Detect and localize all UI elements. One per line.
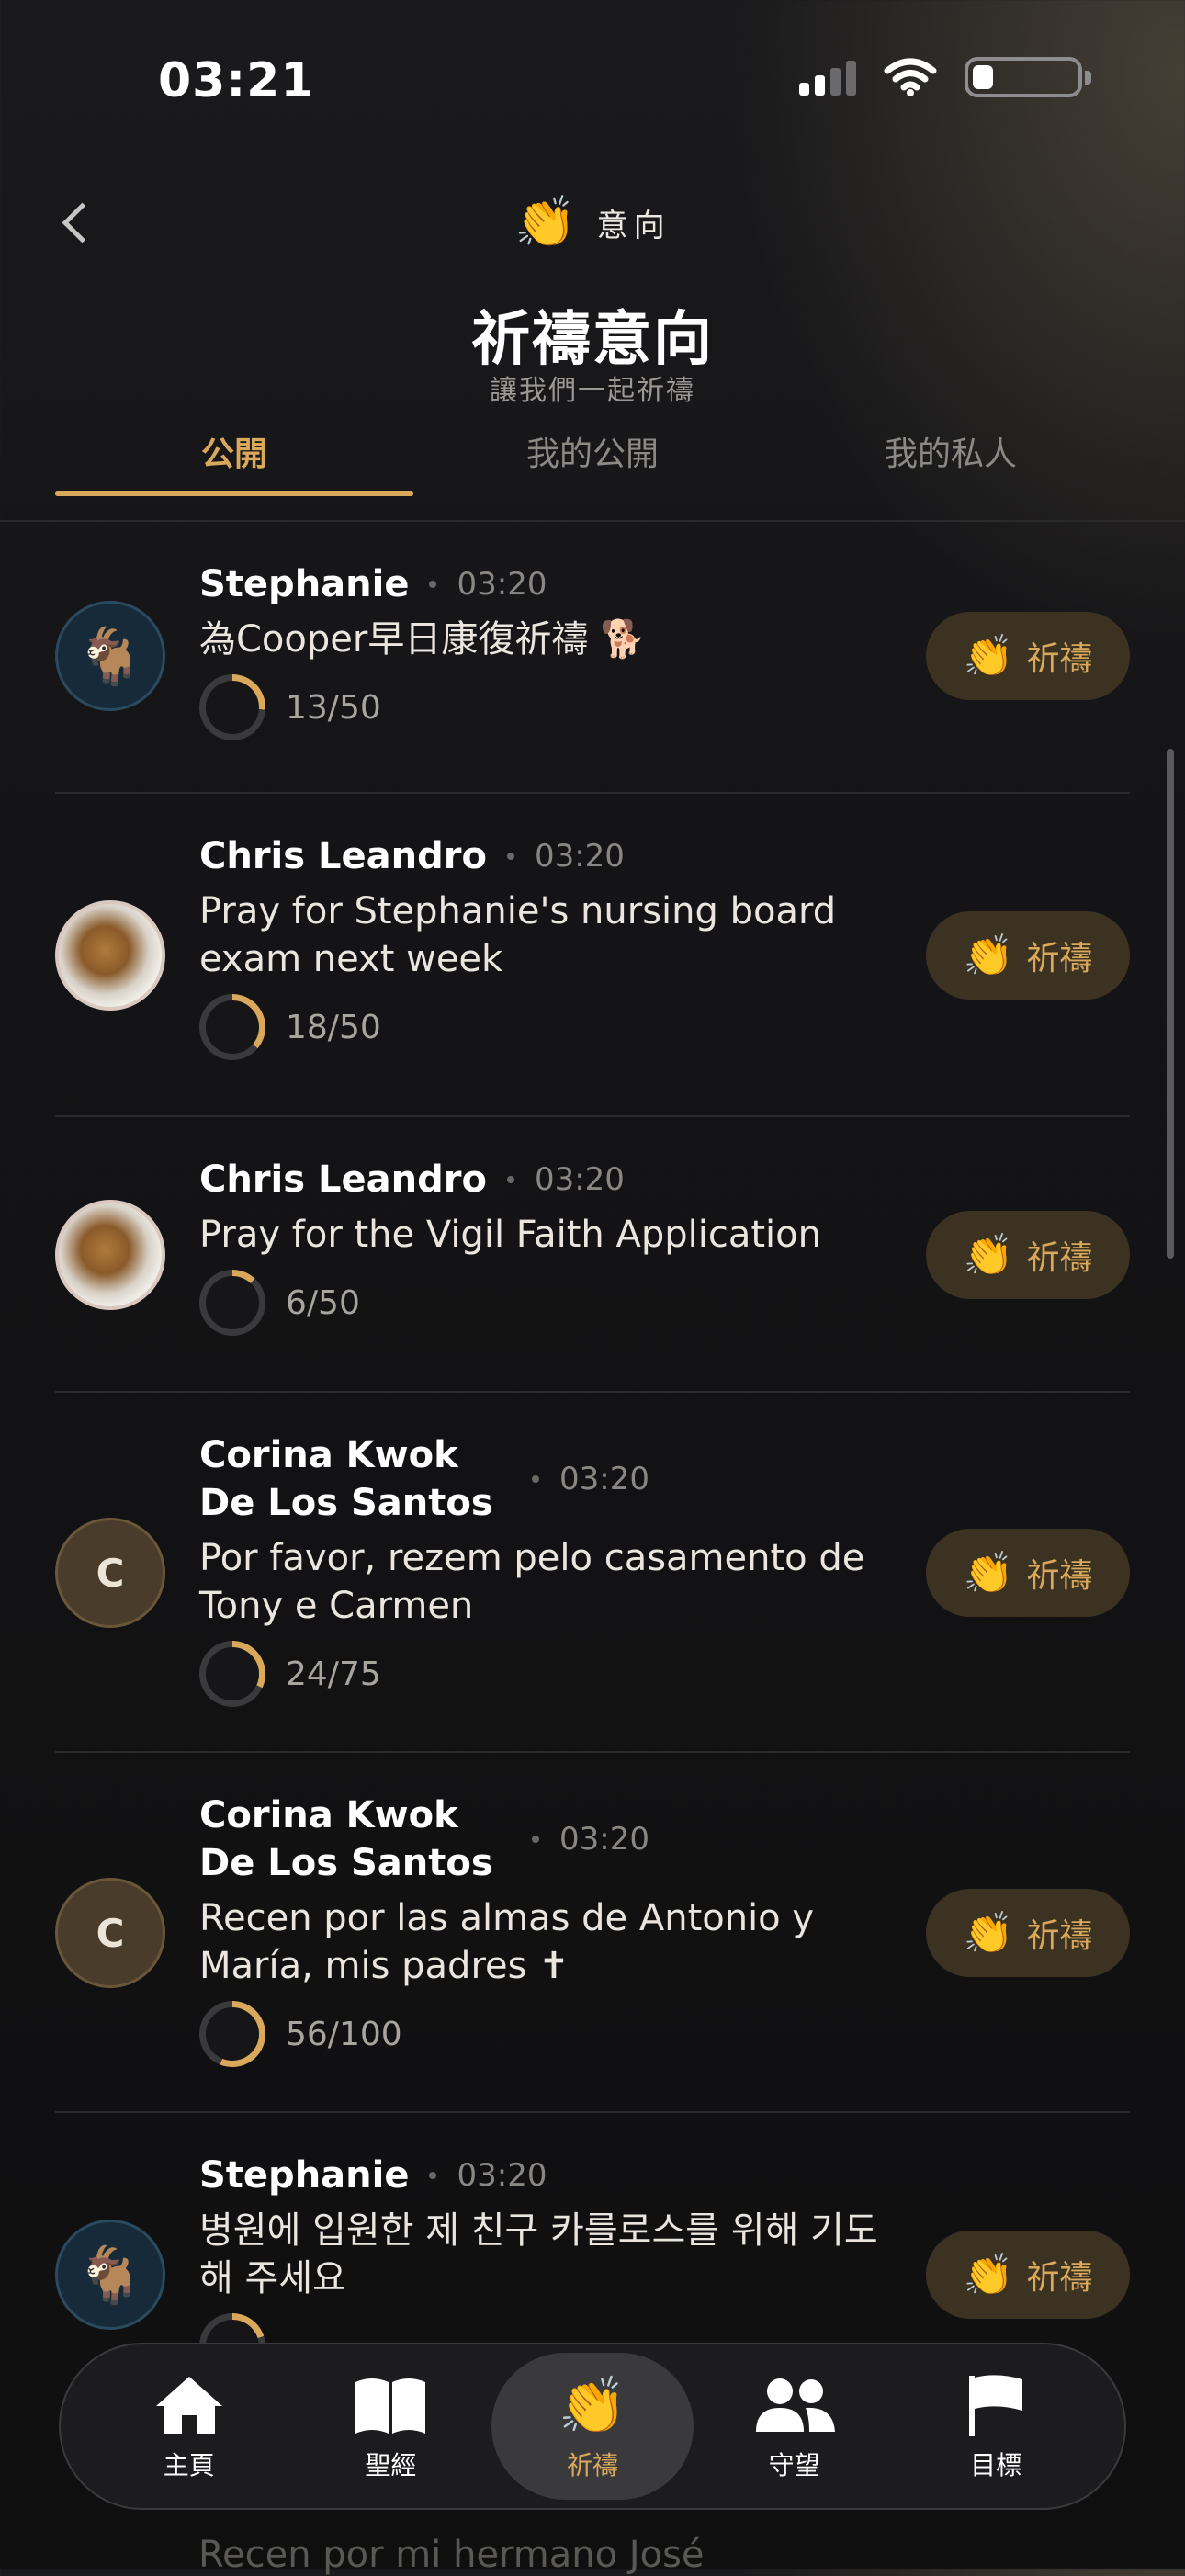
progress-ring	[199, 994, 265, 1060]
tab-my-public[interactable]: 我的公開	[413, 423, 772, 496]
nav-watch[interactable]: 守望	[694, 2353, 896, 2500]
avatar: 🐐	[55, 601, 165, 711]
clapping-hands-icon: 👏	[514, 193, 577, 251]
clapping-hands-icon: 👏	[963, 633, 1014, 680]
intention-item[interactable]: 🐐 Stephanie 03:20 為Cooper早日康復祈禱 🐕 13/50 …	[55, 522, 1130, 794]
progress-ring	[199, 1270, 265, 1336]
pray-button[interactable]: 👏 祈禱	[926, 1529, 1130, 1617]
intention-text: Pray for Stephanie's nursing board exam …	[199, 890, 837, 980]
nav-label: 目標	[970, 2450, 1022, 2480]
pray-button-label: 祈禱	[1026, 1557, 1093, 1595]
timestamp: 03:20	[457, 2157, 547, 2194]
intention-item[interactable]: Chris Leandro 03:20 Pray for Stephanie's…	[55, 794, 1130, 1117]
nav-label: 聖經	[365, 2450, 417, 2480]
flag-icon	[964, 2370, 1028, 2440]
battery-icon	[965, 57, 1091, 97]
intention-text: 為Cooper早日康復祈禱 🐕	[199, 618, 646, 661]
timestamp: 03:20	[457, 566, 547, 603]
tab-public[interactable]: 公開	[55, 423, 413, 496]
avatar	[55, 900, 165, 1011]
pray-button-label: 祈禱	[1026, 2259, 1093, 2297]
intention-text: 병원에 입원한 제 친구 카를로스를 위해 기도해 주세요	[199, 2209, 878, 2299]
prayer-count: 13/50	[286, 688, 381, 727]
pray-button-label: 祈禱	[1026, 940, 1093, 977]
clapping-hands-icon: 👏	[963, 932, 1014, 979]
intention-item[interactable]: C Corina Kwok De Los Santos 03:20 Recen …	[55, 1753, 1130, 2113]
author-name: Chris Leandro	[199, 1158, 487, 1201]
intention-text: Por favor, rezem pelo casamento de Tony …	[199, 1537, 865, 1627]
author-name: Chris Leandro	[199, 835, 487, 877]
prayer-count: 18/50	[286, 1008, 381, 1046]
clapping-hands-icon: 👏	[963, 1232, 1014, 1279]
intention-text: Recen por las almas de Antonio y María, …	[199, 1897, 815, 1987]
pray-button-label: 祈禱	[1026, 640, 1093, 678]
nav-goals[interactable]: 目標	[895, 2353, 1097, 2500]
timestamp: 03:20	[559, 1461, 649, 1497]
author-name: Corina Kwok De Los Santos	[199, 1794, 493, 1884]
clapping-hands-icon: 👏	[963, 2252, 1014, 2299]
pray-button[interactable]: 👏 祈禱	[926, 2231, 1130, 2319]
author-name: Stephanie	[199, 2154, 410, 2197]
goat-icon: 🐐	[75, 2243, 145, 2308]
timestamp: 03:20	[559, 1821, 649, 1858]
nav-home[interactable]: 主頁	[88, 2353, 290, 2500]
page-subtitle: 讓我們一起祈禱	[490, 375, 695, 407]
nav-bible[interactable]: 聖經	[290, 2353, 492, 2500]
clapping-hands-icon: 👏	[963, 1550, 1014, 1597]
clapping-hands-icon: 👏	[963, 1910, 1014, 1957]
book-icon	[352, 2370, 429, 2440]
timestamp: 03:20	[534, 838, 625, 875]
avatar: C	[55, 1878, 165, 1988]
top-bar-label: 意向	[596, 207, 671, 244]
pray-button[interactable]: 👏 祈禱	[926, 1211, 1130, 1299]
pray-button-label: 祈禱	[1026, 1917, 1093, 1955]
nav-pray[interactable]: 👏 祈禱	[491, 2353, 694, 2500]
tab-bar: 公開 我的公開 我的私人	[55, 423, 1130, 496]
top-bar-title: 👏 意向	[0, 193, 1185, 252]
avatar: C	[55, 1518, 165, 1628]
status-time: 03:21	[158, 53, 315, 108]
nav-label: 祈禱	[566, 2450, 618, 2480]
intention-item[interactable]: Chris Leandro 03:20 Pray for the Vigil F…	[55, 1117, 1130, 1393]
author-name: Corina Kwok De Los Santos	[199, 1434, 493, 1524]
people-icon	[750, 2370, 839, 2440]
prayer-count: 6/50	[286, 1283, 360, 1322]
timestamp: 03:20	[534, 1161, 625, 1198]
intention-text: Pray for the Vigil Faith Application	[199, 1214, 821, 1256]
home-icon	[152, 2370, 226, 2440]
wifi-icon	[884, 58, 937, 96]
intention-item[interactable]: C Corina Kwok De Los Santos 03:20 Por fa…	[55, 1393, 1130, 1753]
tab-my-private[interactable]: 我的私人	[772, 423, 1130, 496]
prayer-count: 56/100	[286, 2015, 402, 2053]
scrollbar[interactable]	[1167, 749, 1174, 1259]
progress-ring	[199, 674, 265, 740]
partial-intention-text: Recen por mi hermano José	[198, 2534, 705, 2576]
intention-feed[interactable]: 🐐 Stephanie 03:20 為Cooper早日康復祈禱 🐕 13/50 …	[55, 522, 1130, 2536]
goat-icon: 🐐	[75, 624, 145, 689]
progress-ring	[199, 1641, 265, 1707]
nav-label: 守望	[768, 2450, 820, 2480]
progress-ring	[199, 2001, 265, 2067]
bottom-navigation: 主頁 聖經 👏 祈禱 守望 目標	[59, 2343, 1126, 2510]
avatar	[55, 1200, 165, 1310]
author-name: Stephanie	[199, 563, 410, 605]
pray-button[interactable]: 👏 祈禱	[926, 1889, 1130, 1977]
avatar: 🐐	[55, 2220, 165, 2330]
pray-button[interactable]: 👏 祈禱	[926, 911, 1130, 1000]
page-title: 祈禱意向	[471, 306, 714, 374]
pray-button[interactable]: 👏 祈禱	[926, 612, 1130, 700]
pray-button-label: 祈禱	[1026, 1239, 1093, 1277]
cellular-signal-icon	[799, 59, 856, 96]
praying-hands-icon: 👏	[558, 2373, 627, 2438]
nav-label: 主頁	[163, 2450, 215, 2480]
prayer-count: 24/75	[286, 1655, 381, 1693]
